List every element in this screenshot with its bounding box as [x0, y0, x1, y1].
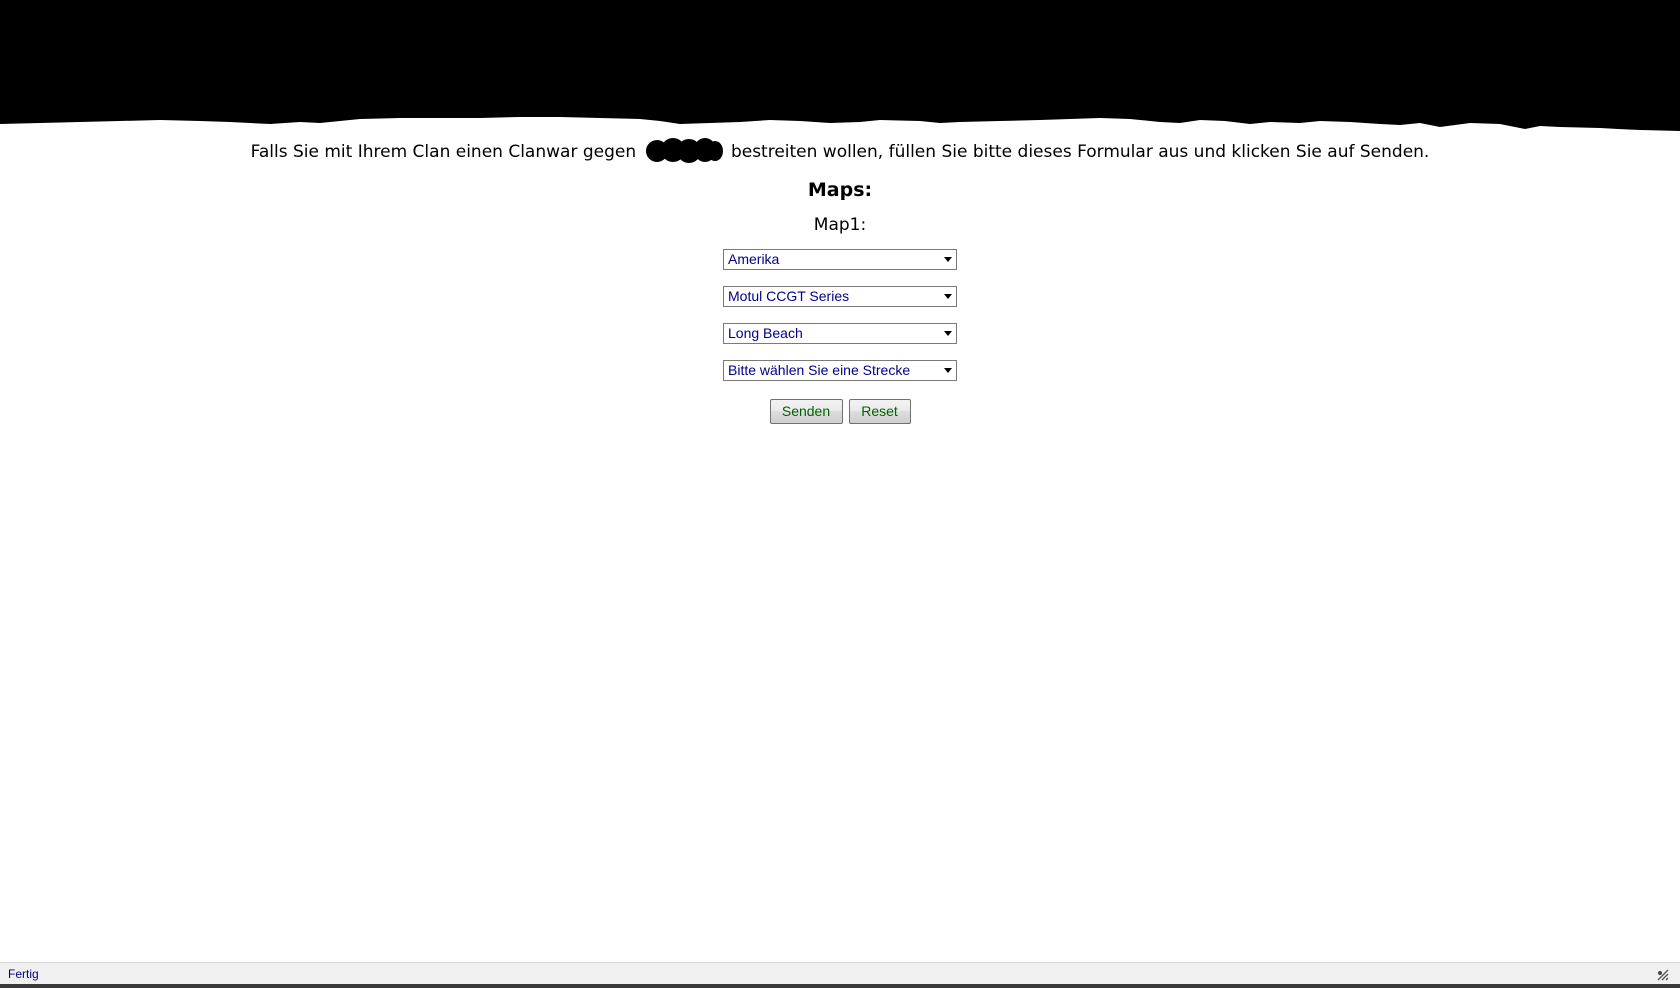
status-text: Fertig: [8, 967, 39, 981]
track-select-value: Bitte wählen Sie eine Strecke: [728, 362, 911, 378]
series-select[interactable]: Motul CCGT Series: [723, 286, 957, 307]
region-select-value: Amerika: [728, 251, 780, 267]
dropdown-arrow-icon: [944, 257, 952, 262]
intro-text-after: bestreiten wollen, füllen Sie bitte dies…: [730, 142, 1430, 162]
location-select[interactable]: Long Beach: [723, 323, 957, 344]
resize-grip-icon[interactable]: [1656, 967, 1670, 981]
track-select[interactable]: Bitte wählen Sie eine Strecke: [723, 360, 957, 381]
redacted-clan-name: [645, 138, 723, 164]
page: Falls Sie mit Ihrem Clan einen Clanwar g…: [0, 0, 1680, 988]
reset-button[interactable]: Reset: [848, 399, 911, 424]
maps-heading: Maps:: [807, 179, 873, 201]
send-button[interactable]: Senden: [769, 399, 843, 424]
intro-text-before: Falls Sie mit Ihrem Clan einen Clanwar g…: [250, 142, 637, 162]
taskbar-edge: [0, 984, 1680, 988]
series-select-value: Motul CCGT Series: [728, 288, 850, 304]
redacted-header-banner: [0, 0, 1680, 132]
dropdown-arrow-icon: [944, 368, 952, 373]
region-select[interactable]: Amerika: [723, 249, 957, 270]
browser-status-bar: Fertig: [0, 962, 1680, 984]
dropdown-arrow-icon: [944, 294, 952, 299]
form-buttons: Senden Reset: [0, 399, 1680, 424]
location-select-value: Long Beach: [728, 325, 803, 341]
dropdown-arrow-icon: [944, 331, 952, 336]
map1-label: Map1:: [813, 215, 867, 235]
intro-text: Falls Sie mit Ihrem Clan einen Clanwar g…: [0, 138, 1680, 165]
form-content: Falls Sie mit Ihrem Clan einen Clanwar g…: [0, 132, 1680, 424]
